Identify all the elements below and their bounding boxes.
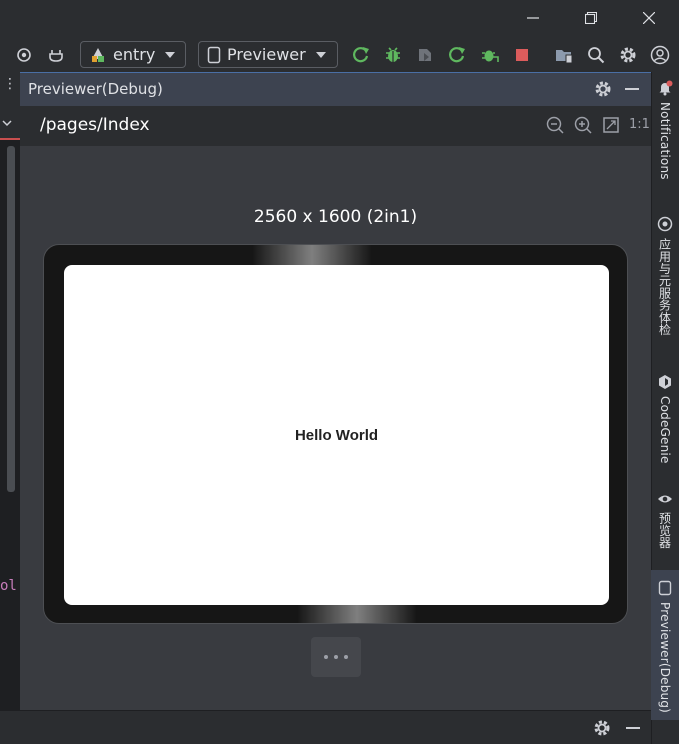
tool-tab-previewer[interactable]: 预览器 [651, 492, 679, 560]
resolution-label: 2560 x 1600 (2in1) [253, 207, 418, 227]
tool-tab-label: Previewer(Debug) [658, 602, 672, 714]
minimize-icon [625, 88, 639, 90]
tool-tab-previewer-debug[interactable]: Previewer(Debug) [651, 570, 679, 720]
eye-icon [658, 495, 672, 503]
codegenie-icon [659, 375, 671, 389]
device-select-label: Previewer [227, 45, 306, 64]
editor-tab-strip: ⋮ [0, 72, 20, 106]
fit-screen-button[interactable] [602, 116, 622, 136]
page-path: /pages/Index [40, 115, 150, 135]
panel-header: Previewer(Debug) [20, 72, 651, 106]
device-frame-glint-bottom [297, 603, 417, 623]
tool-tab-notifications[interactable]: Notifications [651, 80, 679, 196]
tool-tab-label: Notifications [658, 102, 672, 180]
panel-hide-button[interactable] [624, 80, 644, 100]
tool-tab-app-health-check[interactable]: 应用与元服务体检 [651, 216, 679, 356]
target-device-button[interactable] [13, 44, 35, 66]
minimize-icon [527, 17, 539, 19]
health-check-icon [657, 216, 673, 232]
bottom-tool-bar [0, 710, 651, 744]
editor-code-fragment: ol [0, 578, 17, 594]
bug-plug-icon [49, 50, 63, 62]
zoom-out-button[interactable] [546, 116, 566, 136]
device-frame-glint-top [252, 245, 372, 265]
actual-size-button[interactable]: 1:1 [629, 117, 650, 132]
bug-refresh-icon [482, 50, 499, 62]
restore-button[interactable] [562, 0, 620, 36]
device-manager-button[interactable] [553, 44, 575, 66]
close-window-button[interactable] [620, 0, 678, 36]
minimize-button[interactable] [504, 0, 562, 36]
fit-screen-icon [603, 117, 619, 133]
apply-code-changes-button[interactable] [479, 44, 501, 66]
phone-icon [207, 46, 221, 63]
chevron-down-icon [165, 51, 176, 58]
apply-changes-icon [449, 47, 465, 63]
bug-icon [386, 47, 400, 62]
settings-button[interactable] [617, 44, 639, 66]
minimize-icon [626, 727, 640, 729]
panel-settings-button[interactable] [594, 80, 614, 100]
attach-debugger-button[interactable] [414, 44, 436, 66]
bottom-hide-button[interactable] [625, 719, 645, 739]
tool-tab-codegenie[interactable]: CodeGenie [651, 374, 679, 474]
plugin-button[interactable] [45, 44, 67, 66]
zoom-out-icon [546, 116, 564, 134]
gear-icon [595, 81, 611, 97]
bell-icon [659, 80, 673, 96]
stop-icon [516, 49, 528, 61]
account-button[interactable] [649, 44, 671, 66]
bottom-settings-button[interactable] [593, 719, 613, 739]
rerun-icon [353, 47, 369, 63]
window-title-bar [0, 0, 679, 36]
preview-path-bar: /pages/Index 1:1 [20, 106, 651, 146]
main-toolbar: entry Previewer [0, 36, 679, 102]
more-options-button[interactable] [311, 637, 361, 677]
module-icon [92, 47, 104, 62]
tool-tab-label: 预览器 [657, 512, 672, 549]
device-select[interactable]: Previewer [198, 41, 338, 68]
restore-icon [585, 12, 597, 24]
gear-icon [620, 47, 636, 63]
attach-icon [419, 49, 431, 61]
phone-icon [658, 580, 672, 596]
user-icon [650, 45, 670, 65]
zoom-in-button[interactable] [574, 116, 594, 136]
target-icon [17, 48, 31, 62]
chevron-down-icon [315, 51, 326, 58]
search-button[interactable] [585, 44, 607, 66]
run-configuration-select[interactable]: entry [80, 41, 186, 68]
search-icon [588, 47, 605, 64]
tool-tab-label: CodeGenie [658, 396, 672, 464]
run-configuration-label: entry [113, 45, 156, 64]
debug-button[interactable] [382, 44, 404, 66]
zoom-in-icon [574, 116, 592, 134]
stop-button[interactable] [511, 44, 533, 66]
hello-world-text: Hello World [294, 426, 379, 444]
editor-tab[interactable] [0, 106, 20, 140]
gear-icon [594, 720, 610, 736]
more-vertical-icon[interactable]: ⋮ [3, 76, 17, 92]
device-screen[interactable]: Hello World [64, 265, 609, 605]
folder-device-icon [556, 50, 573, 64]
rerun-button[interactable] [350, 44, 372, 66]
tool-tab-label: 应用与元服务体检 [657, 238, 672, 336]
more-horizontal-icon [324, 655, 348, 659]
panel-title: Previewer(Debug) [28, 80, 163, 98]
chevron-down-icon [2, 120, 12, 127]
apply-changes-button[interactable] [446, 44, 468, 66]
editor-scrollbar[interactable] [7, 146, 15, 492]
close-icon [643, 12, 655, 24]
